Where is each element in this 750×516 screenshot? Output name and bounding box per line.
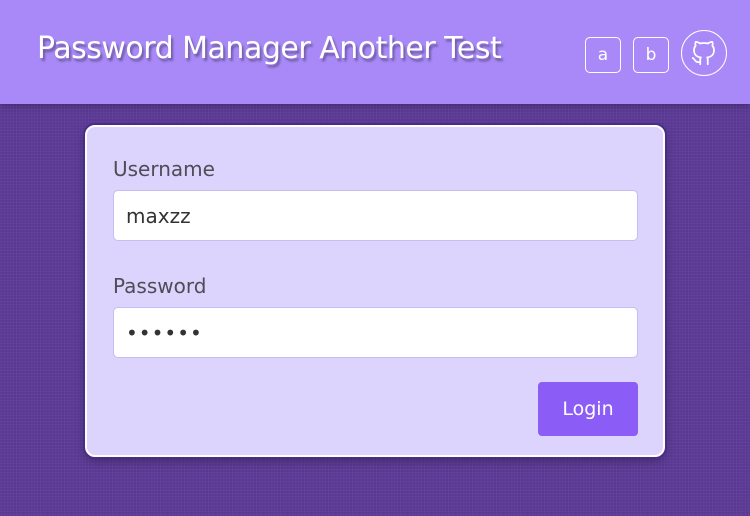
github-link[interactable] bbox=[681, 30, 727, 76]
login-card: Username Password Login bbox=[85, 125, 665, 457]
header-button-a[interactable]: a bbox=[585, 37, 621, 73]
app-title: Password Manager Another Test bbox=[37, 31, 502, 66]
password-label: Password bbox=[113, 274, 207, 298]
password-input[interactable] bbox=[113, 307, 638, 358]
username-label: Username bbox=[113, 157, 215, 181]
login-button[interactable]: Login bbox=[538, 382, 638, 436]
username-input[interactable] bbox=[113, 190, 638, 241]
app-header: Password Manager Another Test a b bbox=[0, 0, 750, 104]
header-button-b[interactable]: b bbox=[633, 37, 669, 73]
github-icon bbox=[691, 40, 715, 66]
